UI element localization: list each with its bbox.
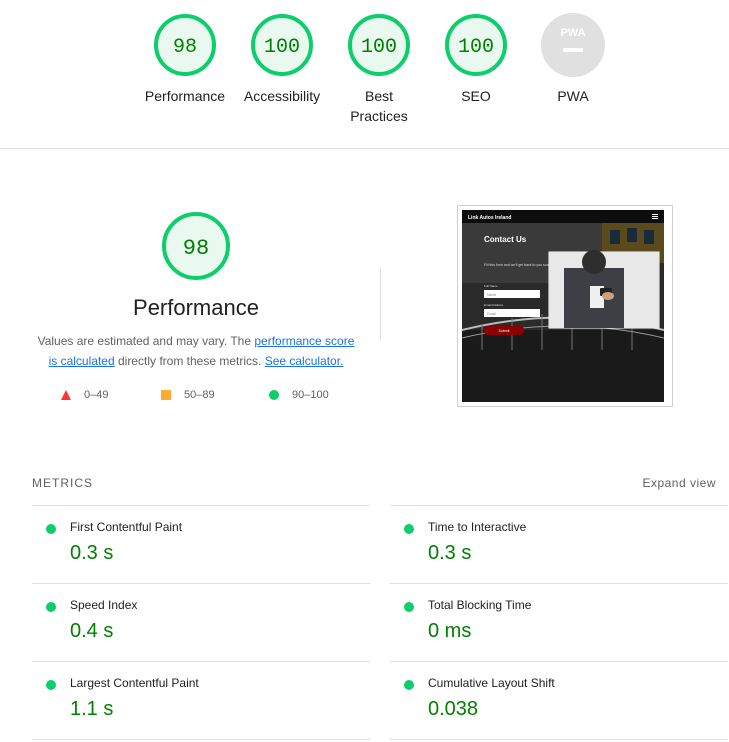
screenshot-field2-placeholder: Email bbox=[487, 312, 496, 316]
legend-fail: 0–49 bbox=[60, 389, 108, 401]
performance-gauge-ring: 98 bbox=[162, 212, 230, 280]
metrics-bottom-divider-left bbox=[32, 739, 370, 740]
pass-icon bbox=[404, 680, 414, 690]
metric-value: 0.4 s bbox=[70, 620, 114, 642]
metrics-title: METRICS bbox=[32, 476, 93, 490]
triangle-icon bbox=[61, 390, 71, 400]
metric-value: 0 ms bbox=[428, 620, 472, 642]
gauge-label-seo: SEO bbox=[461, 88, 491, 104]
pass-icon bbox=[46, 680, 56, 690]
metric-largest-contentful-paint: Largest Contentful Paint 1.1 s bbox=[32, 661, 370, 740]
square-icon bbox=[161, 390, 171, 400]
metric-name: First Contentful Paint bbox=[70, 520, 183, 534]
gauge-accessibility[interactable]: 100 Accessibility bbox=[232, 12, 332, 106]
metric-speed-index: Speed Index 0.4 s bbox=[32, 583, 370, 662]
pass-icon bbox=[404, 524, 414, 534]
gauge-ring-best-practices: 100 bbox=[348, 14, 410, 76]
gauge-best-practices[interactable]: 100 Best Practices bbox=[329, 12, 429, 126]
performance-description: Values are estimated and may vary. The p… bbox=[36, 331, 356, 371]
metric-name: Speed Index bbox=[70, 598, 138, 612]
metric-value: 1.1 s bbox=[70, 698, 114, 720]
metric-value: 0.3 s bbox=[428, 542, 472, 564]
screenshot-field2-label: Email Address bbox=[484, 303, 504, 307]
category-gauges: 98 Performance 100 Accessibility 100 Bes… bbox=[0, 0, 729, 149]
pass-icon bbox=[46, 602, 56, 612]
screenshot-site-title: Link Autos Ireland bbox=[468, 215, 511, 221]
gauge-performance[interactable]: 98 Performance bbox=[135, 12, 235, 106]
gauge-label-performance: Performance bbox=[144, 88, 226, 104]
metric-first-contentful-paint: First Contentful Paint 0.3 s bbox=[32, 505, 370, 584]
screenshot-field1-label: Full Name bbox=[484, 284, 498, 288]
gauge-label-best-practices: Best Practices bbox=[350, 88, 408, 124]
metric-total-blocking-time: Total Blocking Time 0 ms bbox=[390, 583, 728, 662]
screenshot-heading: Contact Us bbox=[484, 235, 527, 244]
circle-icon bbox=[269, 390, 279, 400]
pwa-icon-text: PWA bbox=[560, 27, 585, 39]
performance-desc-text-2: directly from these metrics. bbox=[114, 354, 265, 368]
gauge-ring-accessibility: 100 bbox=[251, 14, 313, 76]
legend-pass: 90–100 bbox=[268, 389, 329, 401]
screenshot-page: Link Autos Ireland Contact Us Fill this … bbox=[462, 210, 664, 402]
gauge-label-pwa: PWA bbox=[557, 88, 589, 104]
gauge-score-performance: 98 bbox=[173, 36, 197, 59]
screenshot-submit: Submit bbox=[499, 329, 510, 333]
metric-name: Total Blocking Time bbox=[428, 598, 532, 612]
metric-value: 0.038 bbox=[428, 698, 479, 720]
gauge-score-best-practices: 100 bbox=[361, 36, 397, 59]
pass-icon bbox=[404, 602, 414, 612]
metric-value: 0.3 s bbox=[70, 542, 114, 564]
metrics-bottom-divider-right bbox=[390, 739, 728, 740]
screenshot-image: Link Autos Ireland Contact Us Fill this … bbox=[462, 210, 664, 402]
legend-average-label: 50–89 bbox=[184, 389, 215, 401]
gauge-ring-performance: 98 bbox=[154, 14, 216, 76]
gauge-ring-seo: 100 bbox=[445, 14, 507, 76]
metric-name: Time to Interactive bbox=[428, 520, 527, 534]
gauge-seo[interactable]: 100 SEO bbox=[426, 12, 526, 106]
performance-section: 98 Performance Values are estimated and … bbox=[0, 148, 729, 438]
legend-fail-label: 0–49 bbox=[84, 389, 109, 401]
gauge-score-seo: 100 bbox=[458, 36, 494, 59]
section-divider bbox=[380, 268, 381, 340]
performance-main-gauge: 98 bbox=[160, 210, 232, 287]
legend-average: 50–89 bbox=[160, 389, 215, 401]
legend-pass-label: 90–100 bbox=[292, 389, 329, 401]
metric-name: Cumulative Layout Shift bbox=[428, 676, 555, 690]
calculator-link[interactable]: See calculator. bbox=[265, 354, 344, 368]
gauge-pwa[interactable]: PWA PWA bbox=[523, 12, 623, 106]
performance-main-score: 98 bbox=[183, 236, 209, 261]
pass-icon bbox=[46, 524, 56, 534]
final-screenshot[interactable]: Link Autos Ireland Contact Us Fill this … bbox=[457, 205, 673, 407]
gauge-score-accessibility: 100 bbox=[264, 36, 300, 59]
expand-view-toggle[interactable]: Expand view bbox=[642, 476, 716, 490]
pwa-icon: PWA bbox=[541, 13, 605, 77]
metric-cumulative-layout-shift: Cumulative Layout Shift 0.038 bbox=[390, 661, 728, 740]
screenshot-body-text: Fill this form and we'll get back to you… bbox=[484, 263, 552, 267]
metric-name: Largest Contentful Paint bbox=[70, 676, 199, 690]
gauge-label-accessibility: Accessibility bbox=[243, 88, 321, 104]
performance-title: Performance bbox=[133, 295, 259, 320]
performance-desc-text-1: Values are estimated and may vary. The bbox=[37, 334, 255, 348]
metric-time-to-interactive: Time to Interactive 0.3 s bbox=[390, 505, 728, 584]
screenshot-field1-placeholder: Name bbox=[487, 293, 496, 297]
